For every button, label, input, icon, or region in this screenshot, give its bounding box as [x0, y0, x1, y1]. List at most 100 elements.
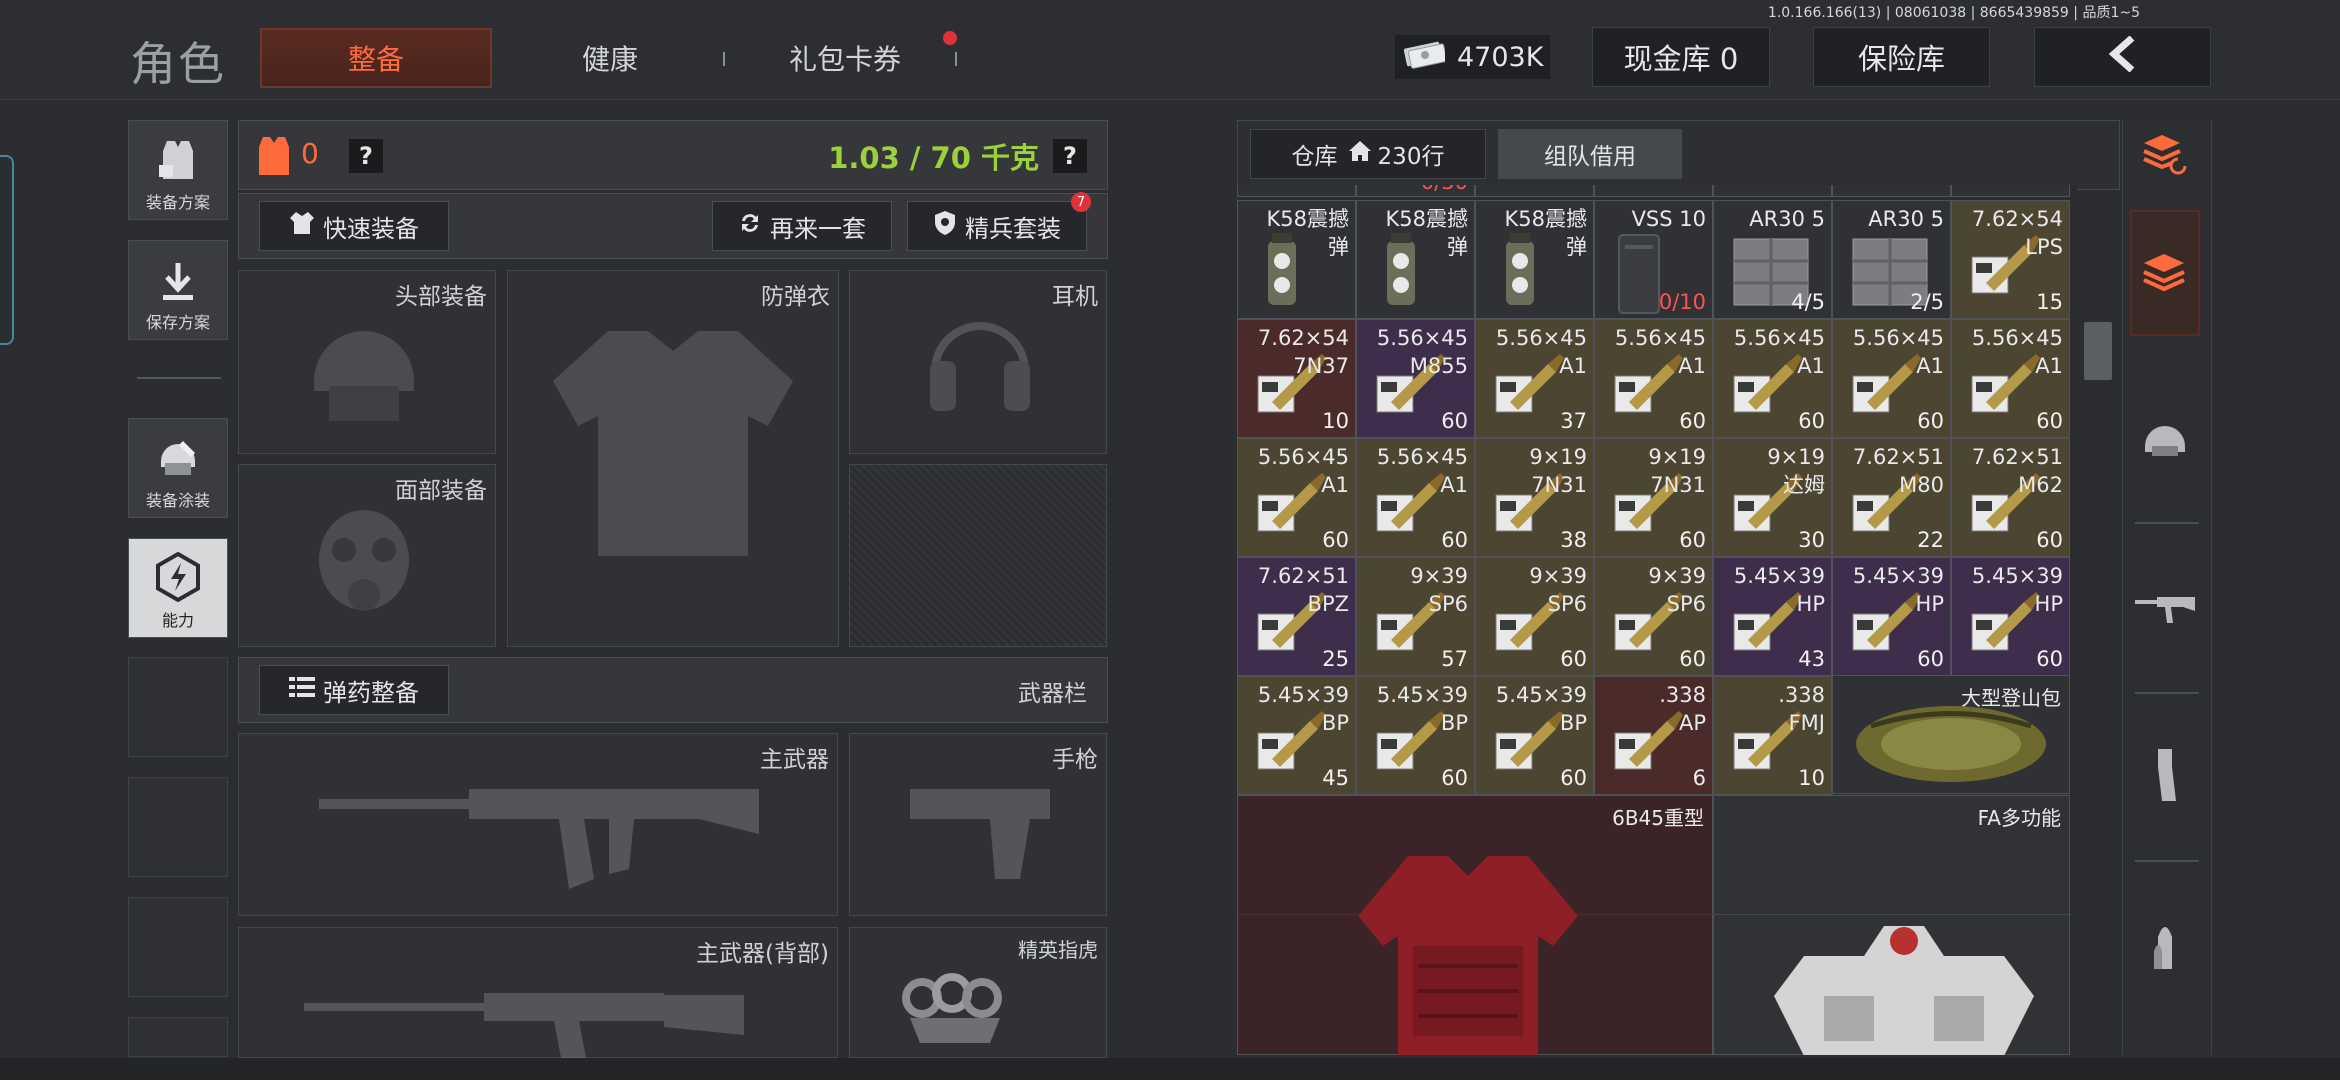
inventory-cell[interactable]: [1594, 185, 1713, 197]
inventory-cell[interactable]: [1475, 185, 1594, 197]
inventory-cell[interactable]: 7.62×51 M62 60: [1951, 438, 2070, 557]
weight-help-button[interactable]: ?: [1053, 139, 1087, 173]
inventory-cell[interactable]: .338 FMJ 10: [1713, 676, 1832, 795]
inventory-cell[interactable]: 5.45×39 HP 60: [1951, 557, 2070, 676]
tab-equip[interactable]: 整备: [260, 28, 492, 88]
inventory-cell[interactable]: 5.56×45 A1 37: [1475, 319, 1594, 438]
item-name: 5.56×45 A1: [1614, 326, 1706, 378]
head-slot[interactable]: 头部装备: [238, 270, 496, 454]
inventory-scrollbar[interactable]: [2083, 185, 2103, 1055]
back-button[interactable]: [2034, 27, 2211, 87]
filter-helmet-button[interactable]: [2130, 375, 2200, 505]
save-plan-button[interactable]: 保存方案: [128, 240, 228, 340]
face-slot[interactable]: 面部装备: [238, 464, 496, 647]
tab-warehouse[interactable]: 仓库 230行: [1250, 129, 1486, 179]
inventory-cell[interactable]: 5.56×45 A1 60: [1594, 319, 1713, 438]
inventory-cell[interactable]: 7.62×54 7N37 10: [1237, 319, 1356, 438]
ammo-equip-button[interactable]: 弹药整备: [259, 665, 449, 715]
backpack-item[interactable]: 大型登山包: [1832, 675, 2070, 794]
item-count: 60: [2036, 647, 2063, 671]
inventory-cell[interactable]: 5.56×45 A1 60: [1356, 438, 1475, 557]
inventory-cell[interactable]: 5.56×45 A1 60: [1713, 319, 1832, 438]
again-button[interactable]: 再来一套: [712, 201, 892, 251]
primary-weapon-slot[interactable]: 主武器: [238, 733, 838, 916]
vest-slot[interactable]: 防弹衣: [507, 270, 839, 647]
filter-all-button[interactable]: [2130, 210, 2200, 336]
inventory-cell[interactable]: [1951, 185, 2070, 197]
inventory-cell[interactable]: K58震撼 弹: [1237, 200, 1356, 319]
tab-team-borrow[interactable]: 组队借用: [1498, 129, 1682, 179]
item-name: 9×19 7N31: [1529, 445, 1587, 497]
inventory-cell[interactable]: 5.56×45 M855 60: [1356, 319, 1475, 438]
cash-vault-button[interactable]: 现金库 0: [1592, 27, 1770, 87]
money-amount: 4703K: [1457, 41, 1544, 73]
headset-slot[interactable]: 耳机: [849, 270, 1107, 454]
tab-health[interactable]: 健康: [530, 28, 690, 88]
equip-paint-button[interactable]: 装备涂装: [128, 418, 228, 518]
scrollbar-thumb[interactable]: [2084, 322, 2112, 380]
armor-6b45-item[interactable]: 6B45重型: [1237, 795, 1714, 1055]
elite-kit-button[interactable]: 精兵套装: [907, 201, 1087, 251]
help-button[interactable]: ?: [349, 139, 383, 173]
inventory-cell[interactable]: 5.45×39 BP 60: [1475, 676, 1594, 795]
inventory-cell[interactable]: 5.45×39 BP 45: [1237, 676, 1356, 795]
filter-divider: [2135, 860, 2199, 862]
safe-label: 保险库: [1857, 42, 1945, 76]
inventory-cell[interactable]: 5.56×45 A1 60: [1832, 319, 1951, 438]
inventory-cell[interactable]: .338 AP 6: [1594, 676, 1713, 795]
inventory-cell[interactable]: 5.56×45 A1 60: [1237, 438, 1356, 557]
empty-slot-1[interactable]: [128, 657, 228, 757]
inventory-cell[interactable]: K58震撼 弹: [1356, 200, 1475, 319]
inventory-cell[interactable]: 9×19 7N31 38: [1475, 438, 1594, 557]
inventory-grid[interactable]: 0/30 K58震撼 弹 K58震撼 弹 K58震撼 弹 VSS 10 0/10 AR30…: [1237, 185, 2077, 1055]
equip-plan-button[interactable]: 装备方案: [128, 120, 228, 220]
empty-slot-4[interactable]: [128, 1017, 228, 1057]
inventory-cell[interactable]: 7.62×51 M80 22: [1832, 438, 1951, 557]
item-count: 10: [1322, 409, 1349, 433]
inventory-cell[interactable]: 9×19 7N31 60: [1594, 438, 1713, 557]
fa-multi-item[interactable]: FA多功能: [1713, 795, 2071, 1055]
inventory-cell[interactable]: 0/30: [1356, 185, 1475, 197]
inventory-cell[interactable]: 9×19 达姆 30: [1713, 438, 1832, 557]
inventory-cell[interactable]: AR30 5 2/5: [1832, 200, 1951, 319]
safe-button[interactable]: 保险库: [1813, 27, 1990, 87]
item-count: 15: [2036, 290, 2063, 314]
item-count: 38: [1560, 528, 1587, 552]
side-drawer-handle[interactable]: [0, 155, 14, 345]
inventory-cell[interactable]: 5.56×45 A1 60: [1951, 319, 2070, 438]
inventory-cell[interactable]: 5.45×39 HP 43: [1713, 557, 1832, 676]
inventory-cell[interactable]: VSS 10 0/10: [1594, 200, 1713, 319]
tab-gift-coupons[interactable]: 礼包卡券: [760, 28, 930, 88]
empty-slot-2[interactable]: [128, 777, 228, 877]
filter-magazine-button[interactable]: [2130, 712, 2200, 842]
item-count: 60: [1917, 647, 1944, 671]
quick-equip-button[interactable]: 快速装备: [259, 201, 449, 251]
vest-slot-label: 防弹衣: [761, 284, 830, 310]
filter-rifle-button[interactable]: [2130, 545, 2200, 675]
item-name: 7.62×54 7N37: [1257, 326, 1349, 378]
inventory-cell[interactable]: 5.45×39 HP 60: [1832, 557, 1951, 676]
inventory-cell[interactable]: K58震撼 弹: [1475, 200, 1594, 319]
inventory-cell[interactable]: 7.62×51 BPZ 25: [1237, 557, 1356, 676]
pistol-slot[interactable]: 手枪: [849, 733, 1107, 916]
inventory-cell[interactable]: [1832, 185, 1951, 197]
inventory-cell[interactable]: 7.62×54 LPS 15: [1951, 200, 2070, 319]
inventory-cell[interactable]: [1713, 185, 1832, 197]
inventory-cell[interactable]: 9×39 SP6 57: [1356, 557, 1475, 676]
equip-plan-label: 装备方案: [145, 193, 210, 212]
item-count: 60: [1322, 528, 1349, 552]
bullet-icon: [2150, 917, 2180, 977]
inventory-cell[interactable]: 5.45×39 BP 60: [1356, 676, 1475, 795]
inventory-cell[interactable]: 9×39 SP6 60: [1594, 557, 1713, 676]
filter-ammo-button[interactable]: [2130, 882, 2200, 1012]
melee-slot[interactable]: 精英指虎: [849, 927, 1107, 1058]
ability-button[interactable]: 能力: [128, 538, 228, 638]
inventory-cell[interactable]: AR30 5 4/5: [1713, 200, 1832, 319]
sort-refresh-button[interactable]: [2130, 90, 2200, 220]
item-name: 5.45×39 HP: [1852, 564, 1944, 616]
back-weapon-slot[interactable]: 主武器(背部): [238, 927, 838, 1063]
inventory-cell[interactable]: [1237, 185, 1356, 197]
inventory-cell[interactable]: 9×39 SP6 60: [1475, 557, 1594, 676]
tab-label: 礼包卡券: [788, 43, 901, 76]
empty-slot-3[interactable]: [128, 897, 228, 997]
